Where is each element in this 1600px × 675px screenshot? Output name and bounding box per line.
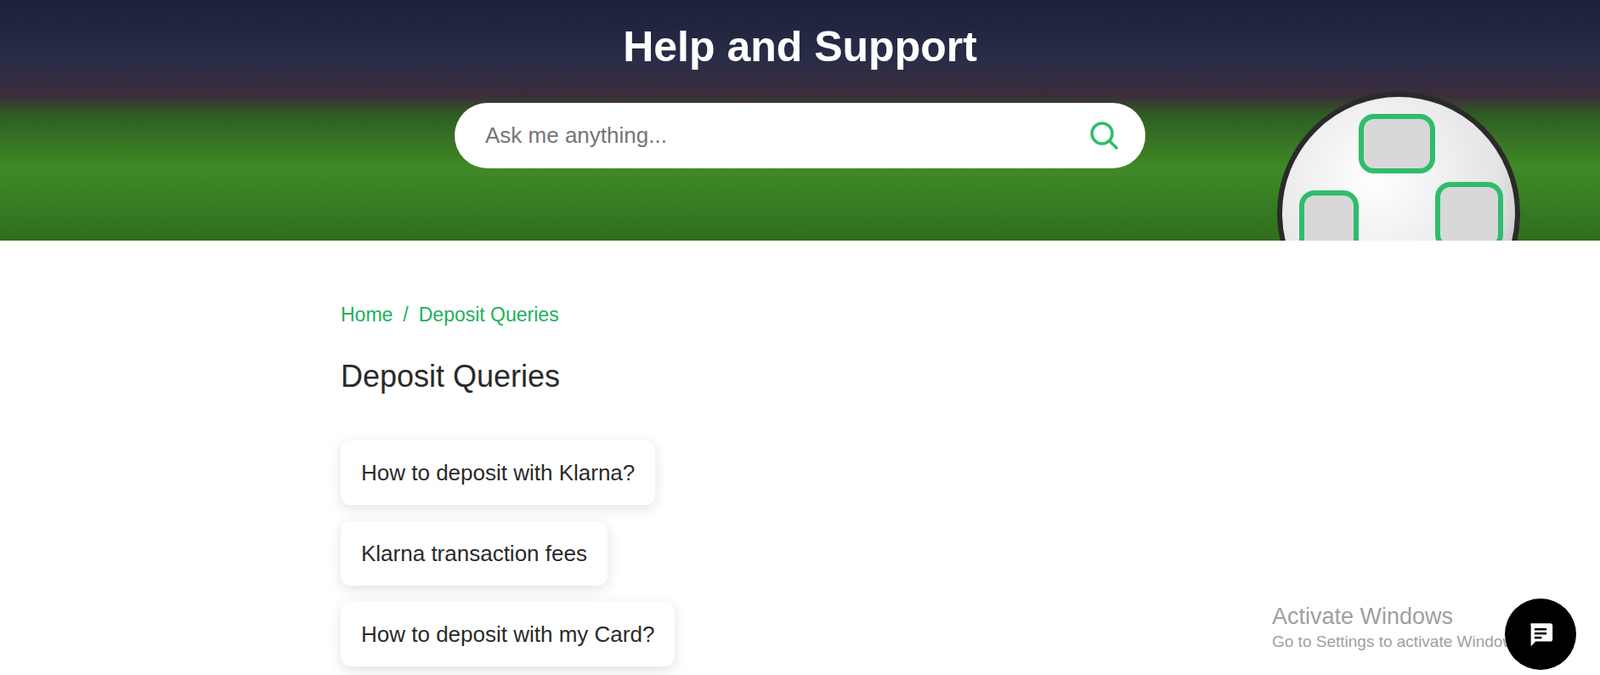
chat-button[interactable] bbox=[1504, 598, 1577, 670]
search-bar[interactable]: Ask me anything... bbox=[454, 102, 1146, 169]
watermark-title: Activate Windows bbox=[1272, 601, 1527, 631]
article-list: How to deposit with Klarna? Klarna transa… bbox=[340, 440, 1260, 667]
content: Home / Deposit Queries Deposit Queries How t… bbox=[340, 240, 1260, 667]
activation-watermark: Activate WindowsGo to Settings to activa… bbox=[1272, 601, 1527, 653]
hero-banner: Help and Support Ask me anything... bbox=[0, 0, 1600, 241]
page-title: Help and Support bbox=[622, 0, 978, 75]
soccer-ball-icon bbox=[1277, 91, 1521, 241]
article-card[interactable]: Klarna transaction fees bbox=[340, 520, 608, 586]
breadcrumb: Home / Deposit Queries bbox=[340, 301, 1260, 328]
help-page: Help and Support Ask me anything... Home / D… bbox=[0, 0, 1600, 675]
watermark-subtitle: Go to Settings to activate Windows. bbox=[1272, 630, 1527, 653]
search-icon[interactable] bbox=[1087, 118, 1122, 153]
breadcrumb-item[interactable]: Deposit Queries bbox=[418, 301, 560, 328]
article-card[interactable]: How to deposit with my Card? bbox=[340, 601, 675, 667]
breadcrumb-item[interactable]: Home bbox=[340, 301, 393, 328]
search-input[interactable]: Ask me anything... bbox=[485, 118, 1088, 153]
breadcrumb-separator: / bbox=[402, 301, 408, 328]
section-heading: Deposit Queries bbox=[340, 357, 1260, 396]
article-card[interactable]: How to deposit with Klarna? bbox=[340, 440, 656, 505]
chat-icon bbox=[1526, 619, 1555, 649]
